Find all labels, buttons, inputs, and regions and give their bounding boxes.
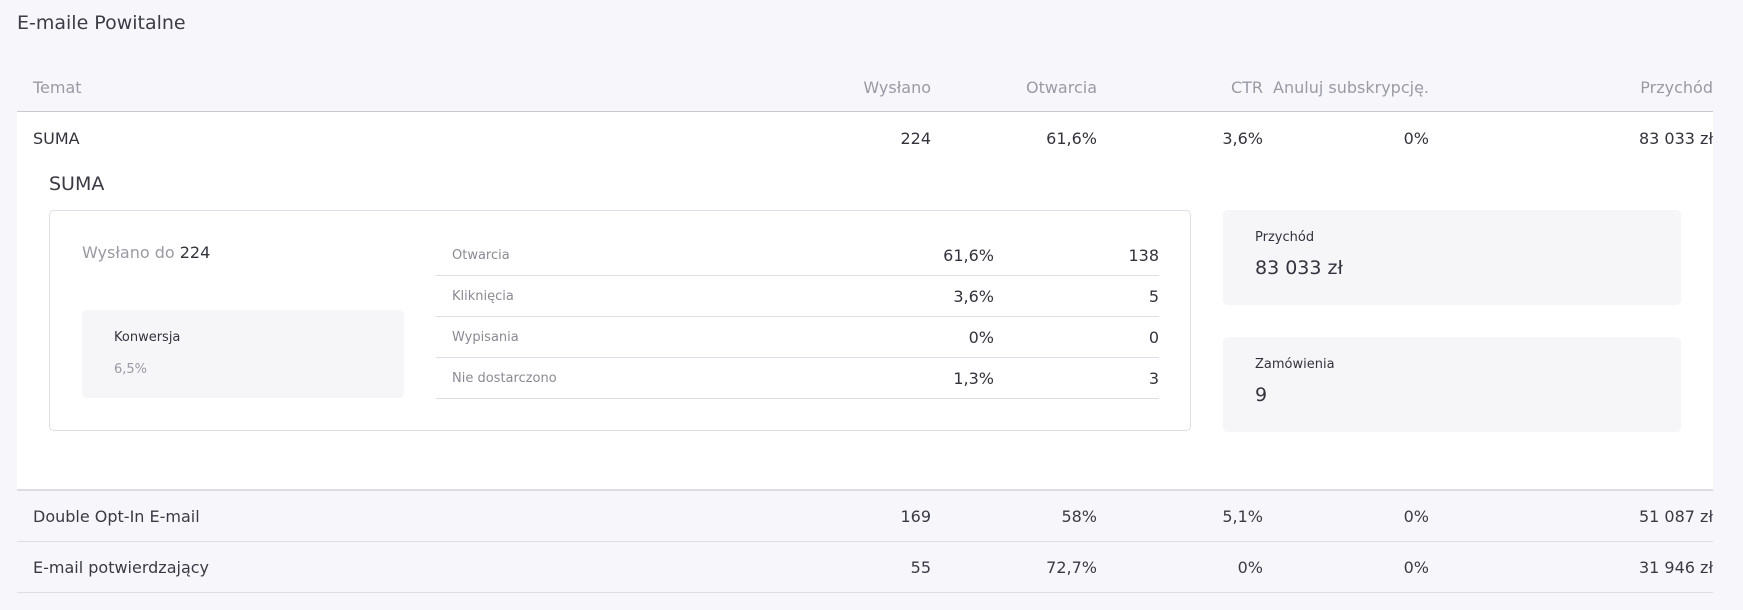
row-revenue: 51 087 zł [1638, 506, 1713, 526]
row-unsubscribe: 0% [1403, 506, 1429, 526]
row-opens: 58% [1061, 506, 1097, 526]
metric-pct: 1,3% [953, 368, 994, 388]
metric-count: 3 [1148, 368, 1159, 388]
sum-unsubscribe: 0% [1403, 128, 1429, 148]
metric-label: Otwarcia [452, 247, 510, 263]
conversion-label: Konwersja [114, 330, 181, 345]
metric-label: Wypisania [452, 329, 519, 345]
sum-sent: 224 [900, 128, 931, 148]
page-title: E-maile Powitalne [17, 12, 186, 34]
metrics-list: Otwarcia 61,6% 138 Kliknięcia 3,6% 5 Wyp… [436, 235, 1159, 399]
metric-count: 5 [1148, 286, 1159, 306]
sent-to-label: Wysłano do [82, 243, 175, 262]
metric-pct: 0% [968, 327, 994, 347]
sent-to: Wysłano do 224 [82, 243, 210, 262]
orders-card: Zamówienia 9 [1223, 337, 1681, 432]
header-subject[interactable]: Temat [33, 78, 747, 97]
row-sent: 55 [910, 557, 931, 577]
metric-pct: 61,6% [943, 245, 994, 265]
metric-row-unsubscribes: Wypisania 0% 0 [436, 317, 1159, 358]
sum-revenue: 83 033 zł [1638, 128, 1713, 148]
table-row[interactable]: Double Opt-In E-mail 169 58% 5,1% 0% 51 … [17, 491, 1713, 542]
sum-subject: SUMA [33, 128, 80, 148]
row-revenue: 31 946 zł [1638, 557, 1713, 577]
orders-value: 9 [1255, 384, 1268, 406]
sum-ctr: 3,6% [1222, 128, 1263, 148]
header-opens[interactable]: Otwarcia [931, 78, 1097, 97]
welcome-emails-page: E-maile Powitalne Temat Wysłano Otwarcia… [0, 0, 1743, 610]
row-ctr: 5,1% [1222, 506, 1263, 526]
header-unsubscribe[interactable]: Anuluj subskrypcję. [1263, 78, 1429, 97]
row-sent: 169 [900, 506, 931, 526]
header-ctr[interactable]: CTR [1097, 78, 1263, 97]
metric-row-undelivered: Nie dostarczono 1,3% 3 [436, 358, 1159, 399]
metric-pct: 3,6% [953, 286, 994, 306]
revenue-card: Przychód 83 033 zł [1223, 210, 1681, 305]
stats-card: Wysłano do 224 Konwersja 6,5% Otwarcia 6… [49, 210, 1191, 431]
sum-detail-panel: SUMA Wysłano do 224 Konwersja 6,5% Otwar… [17, 164, 1713, 491]
table-header: Temat Wysłano Otwarcia CTR Anuluj subskr… [17, 63, 1713, 112]
table-row[interactable]: E-mail potwierdzający 55 72,7% 0% 0% 31 … [17, 542, 1713, 593]
conversion-value: 6,5% [114, 362, 148, 377]
sum-opens: 61,6% [1046, 128, 1097, 148]
row-opens: 72,7% [1046, 557, 1097, 577]
row-ctr: 0% [1237, 557, 1263, 577]
metric-label: Nie dostarczono [452, 370, 557, 386]
detail-title: SUMA [49, 173, 105, 195]
row-unsubscribe: 0% [1403, 557, 1429, 577]
metric-count: 138 [1128, 245, 1159, 265]
row-subject: Double Opt-In E-mail [33, 506, 200, 526]
sent-to-value: 224 [179, 243, 211, 262]
revenue-label: Przychód [1255, 230, 1315, 245]
row-subject: E-mail potwierdzający [33, 557, 210, 577]
header-revenue[interactable]: Przychód [1429, 78, 1729, 97]
metric-row-opens: Otwarcia 61,6% 138 [436, 235, 1159, 276]
emails-table: Temat Wysłano Otwarcia CTR Anuluj subskr… [17, 63, 1713, 593]
sum-row[interactable]: SUMA 224 61,6% 3,6% 0% 83 033 zł [17, 112, 1713, 164]
revenue-value: 83 033 zł [1255, 257, 1343, 279]
metric-row-clicks: Kliknięcia 3,6% 5 [436, 276, 1159, 317]
orders-label: Zamówienia [1255, 357, 1335, 372]
metric-count: 0 [1148, 327, 1159, 347]
metric-label: Kliknięcia [452, 288, 514, 304]
conversion-box: Konwersja 6,5% [82, 310, 404, 398]
header-sent[interactable]: Wysłano [747, 78, 931, 97]
